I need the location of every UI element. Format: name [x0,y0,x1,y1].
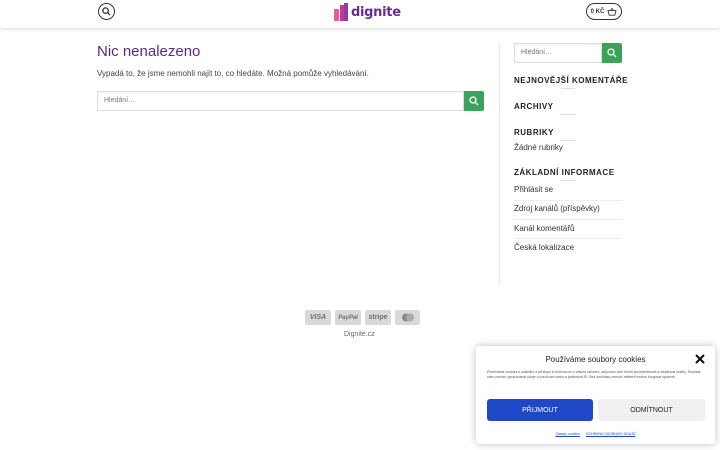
close-icon[interactable] [695,354,705,364]
search-icon [607,48,617,58]
site-header: dignite 0 KČ [0,0,720,28]
meta-separator [514,238,622,239]
accept-cookies-button[interactable]: PŘIJMOUT [487,399,593,421]
site-logo[interactable]: dignite [334,2,401,22]
cookie-links: Zásady cookies OCHRANA OSOBNÍCH ÚDAJŮ [476,432,715,436]
logo-text: dignite [351,4,401,20]
meta-separator [514,219,622,220]
meta-separator [514,200,622,201]
sidebar-divider [499,43,500,285]
basket-icon [607,7,617,16]
sidebar-search-submit-button[interactable] [602,43,622,63]
sidebar-search-form: Hledání… [514,43,622,63]
main-search-form: Hledání… [97,91,484,111]
widget-title-underline [561,140,575,141]
mastercard-icon [395,310,420,325]
sidebar-search-input[interactable]: Hledání… [514,43,602,63]
meta-link-comments-feed[interactable]: Kanál komentářů [514,224,574,233]
main-search-submit-button[interactable] [464,91,484,111]
cookie-policy-link[interactable]: Zásady cookies [556,432,580,436]
search-icon [469,96,479,106]
cart-button[interactable]: 0 KČ [586,3,622,20]
cookie-consent-dialog: Používáme soubory cookies Používáme cook… [476,346,715,444]
payment-icons: VISA PayPal stripe [305,310,420,325]
meta-link-entries-feed[interactable]: Zdroj kanálů (příspěvky) [514,204,600,213]
privacy-policy-link[interactable]: OCHRANA OSOBNÍCH ÚDAJŮ [586,432,636,436]
widget-title-archives: ARCHIVY [514,102,554,111]
widget-title-underline [561,180,575,181]
widget-title-underline [561,114,575,115]
widget-title-meta: ZÁKLADNÍ INFORMACE [514,168,615,177]
categories-empty-text: Žádné rubriky [514,143,563,152]
visa-icon: VISA [305,310,331,325]
not-found-message: Vypadá to, že jsme nemohli najít to, co … [97,69,369,78]
main-search-input[interactable]: Hledání… [97,91,464,111]
header-search-button[interactable] [98,3,115,20]
stripe-icon: stripe [365,310,391,325]
logo-mark-icon [334,3,348,21]
widget-title-underline [561,88,575,89]
cart-total: 0 KČ [590,8,605,15]
search-icon [102,7,111,16]
page-title: Nic nenalezeno [97,43,201,60]
meta-link-czech-localization[interactable]: Česká lokalizace [514,243,574,252]
footer-copyright: Dignite.cz [344,331,375,338]
cookie-title: Používáme soubory cookies [545,355,646,364]
widget-title-recent-comments: NEJNOVĚJŠÍ KOMENTÁŘE [514,76,629,85]
cookie-description: Používáme cookies k ukládání a přístupu … [487,370,701,379]
widget-title-categories: RUBRIKY [514,128,554,137]
deny-cookies-button[interactable]: ODMÍTNOUT [598,399,705,421]
paypal-icon: PayPal [335,310,361,325]
meta-link-login[interactable]: Přihlásit se [514,185,553,194]
